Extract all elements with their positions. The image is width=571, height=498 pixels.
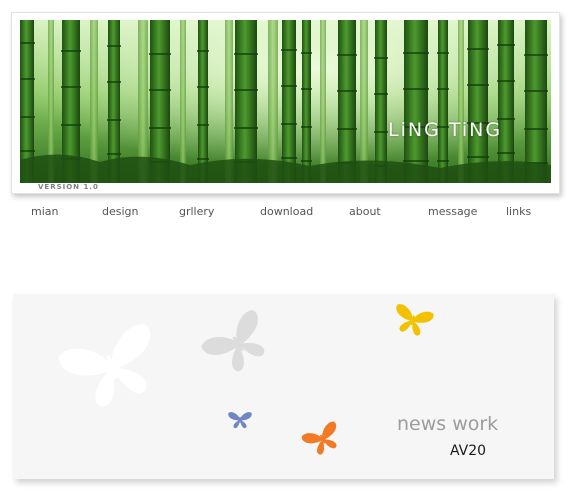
- news-title[interactable]: news work: [397, 413, 498, 435]
- header-banner: LiNG TiNG VERSION 1.0: [11, 12, 560, 194]
- news-code: AV20: [450, 443, 487, 459]
- nav-item-mian[interactable]: mian: [31, 205, 58, 218]
- nav-item-links[interactable]: links: [506, 205, 531, 218]
- news-panel: news work AV20: [13, 294, 554, 479]
- nav-item-gallery[interactable]: grllery: [179, 205, 214, 218]
- white-butterfly-icon: [56, 321, 169, 416]
- blue-butterfly-icon: [228, 412, 252, 429]
- brand-title: LiNG TiNG: [388, 119, 503, 141]
- yellow-butterfly-icon: [390, 303, 435, 339]
- nav-item-download[interactable]: download: [260, 205, 313, 218]
- bamboo-photo: LiNG TiNG: [20, 20, 551, 183]
- nav-item-message[interactable]: message: [428, 205, 477, 218]
- orange-butterfly-icon: [300, 420, 345, 460]
- grey-butterfly-icon: [199, 307, 279, 382]
- version-label: VERSION 1.0: [38, 183, 99, 191]
- nav-item-about[interactable]: about: [349, 205, 381, 218]
- nav-item-design[interactable]: design: [102, 205, 139, 218]
